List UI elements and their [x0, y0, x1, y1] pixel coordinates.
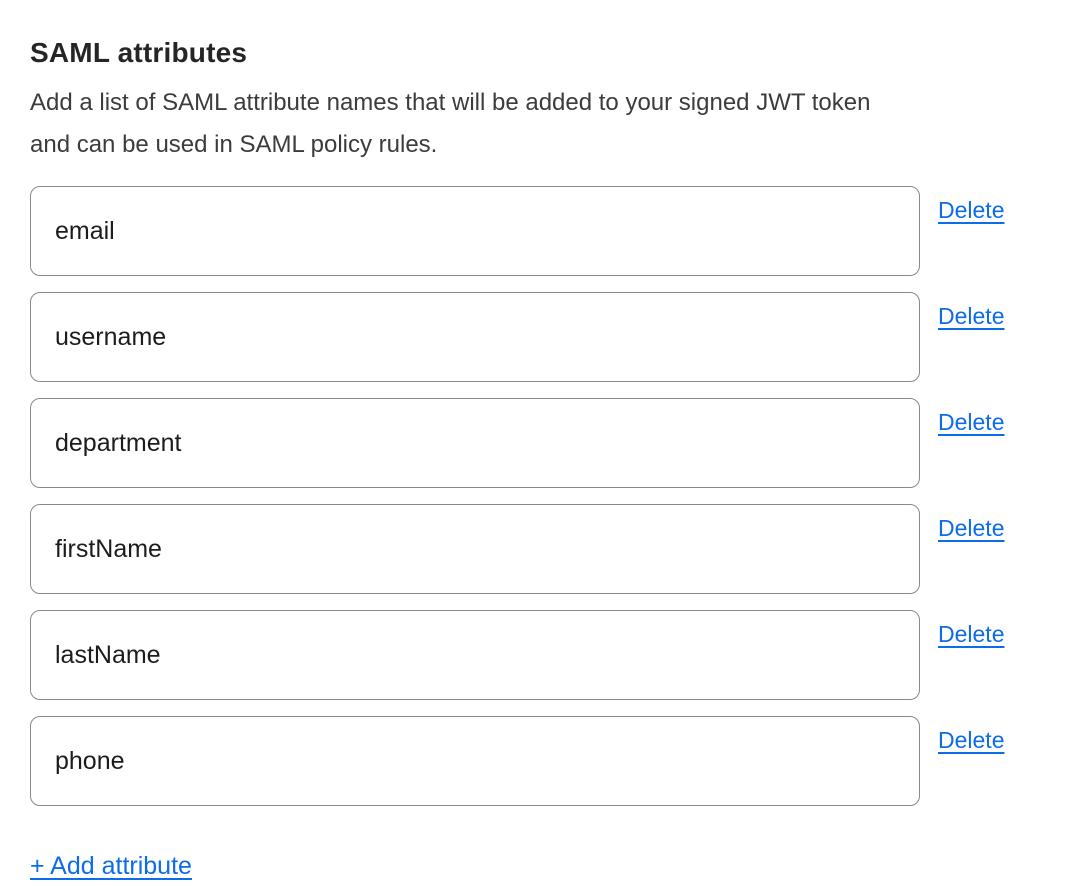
attribute-row: Delete — [30, 186, 1036, 276]
attribute-list: Delete Delete Delete Delete Delete Delet… — [30, 186, 1036, 806]
attribute-input[interactable] — [30, 504, 920, 594]
delete-cell: Delete — [938, 504, 1004, 542]
delete-link[interactable]: Delete — [938, 515, 1004, 541]
attribute-input[interactable] — [30, 292, 920, 382]
attribute-row: Delete — [30, 292, 1036, 382]
attribute-input[interactable] — [30, 186, 920, 276]
delete-cell: Delete — [938, 292, 1004, 330]
add-attribute-link[interactable]: + Add attribute — [30, 851, 192, 881]
attribute-row: Delete — [30, 716, 1036, 806]
delete-link[interactable]: Delete — [938, 409, 1004, 435]
delete-cell: Delete — [938, 610, 1004, 648]
delete-link[interactable]: Delete — [938, 197, 1004, 223]
section-description-line2: and can be used in SAML policy rules. — [30, 131, 437, 158]
section-description: Add a list of SAML attribute names that … — [30, 82, 1036, 166]
delete-cell: Delete — [938, 186, 1004, 224]
attribute-input[interactable] — [30, 716, 920, 806]
attribute-input[interactable] — [30, 610, 920, 700]
attribute-row: Delete — [30, 504, 1036, 594]
delete-link[interactable]: Delete — [938, 303, 1004, 329]
saml-attributes-section: SAML attributes Add a list of SAML attri… — [0, 0, 1066, 886]
attribute-row: Delete — [30, 610, 1036, 700]
delete-cell: Delete — [938, 716, 1004, 754]
delete-cell: Delete — [938, 398, 1004, 436]
section-description-line1: Add a list of SAML attribute names that … — [30, 89, 870, 116]
attribute-input[interactable] — [30, 398, 920, 488]
attribute-row: Delete — [30, 398, 1036, 488]
delete-link[interactable]: Delete — [938, 621, 1004, 647]
delete-link[interactable]: Delete — [938, 727, 1004, 753]
page-title: SAML attributes — [30, 36, 1036, 70]
